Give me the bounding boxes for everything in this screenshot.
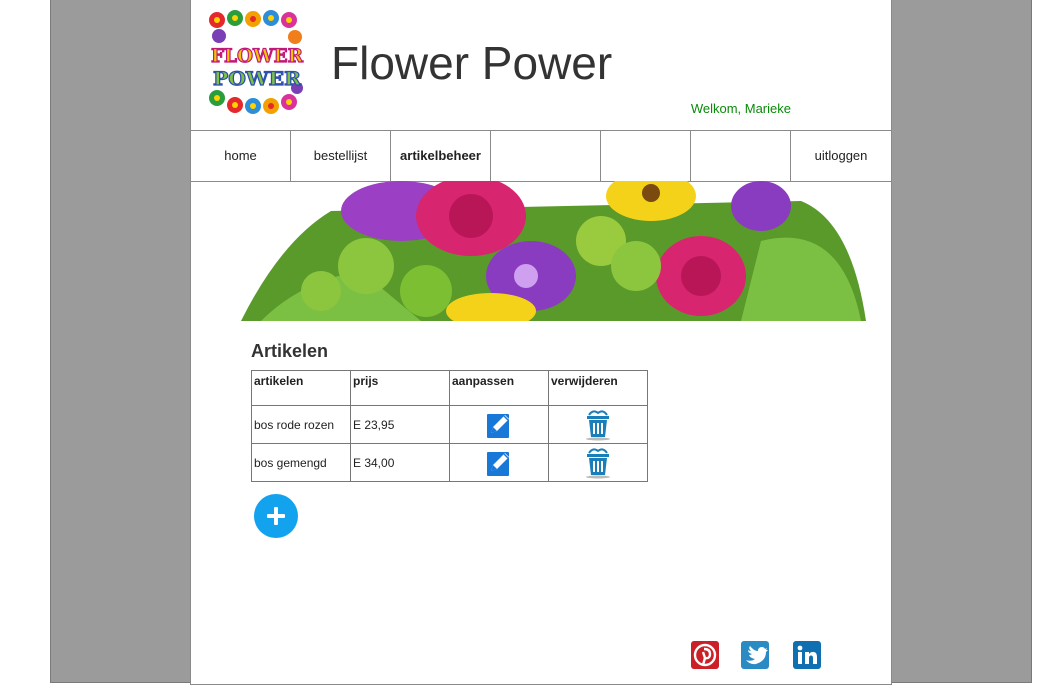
article-price: E 23,95 — [350, 405, 450, 444]
page: FLOWER POWER Flower Power Welkom, Mariek… — [190, 0, 892, 685]
edit-icon[interactable] — [485, 449, 513, 477]
column-header-aanpassen: aanpassen — [449, 370, 549, 406]
articles-heading: Artikelen — [251, 341, 329, 361]
nav-item-empty-1[interactable] — [491, 131, 601, 181]
edit-icon[interactable] — [485, 411, 513, 439]
delete-cell — [548, 405, 648, 444]
nav-item-empty-3[interactable] — [691, 131, 791, 181]
trash-icon[interactable] — [583, 409, 613, 441]
articles-table: artikelen prijs aanpassen verwijderen bo… — [251, 370, 648, 482]
main-nav: home bestellijst artikelbeheer uitloggen — [191, 130, 891, 182]
column-header-prijs: prijs — [350, 370, 450, 406]
linkedin-icon[interactable] — [793, 641, 821, 669]
edit-cell — [449, 405, 549, 444]
column-header-verwijderen: verwijderen — [548, 370, 648, 406]
nav-item-artikelbeheer[interactable]: artikelbeheer — [391, 131, 491, 181]
pinterest-icon[interactable] — [691, 641, 719, 669]
flower-banner-image — [241, 181, 866, 321]
site-title: Flower Power — [331, 37, 613, 89]
table-row: bos rode rozen E 23,95 — [251, 405, 648, 444]
logo-text-line1: FLOWER — [211, 45, 303, 67]
article-price: E 34,00 — [350, 443, 450, 482]
nav-item-empty-2[interactable] — [601, 131, 691, 181]
trash-icon[interactable] — [583, 447, 613, 479]
column-header-artikelen: artikelen — [251, 370, 351, 406]
twitter-icon[interactable] — [741, 641, 769, 669]
delete-cell — [548, 443, 648, 482]
add-article-button[interactable] — [254, 494, 298, 538]
flower-power-logo: FLOWER POWER — [209, 10, 304, 114]
nav-item-uitloggen[interactable]: uitloggen — [791, 131, 891, 181]
welcome-message: Welkom, Marieke — [690, 101, 791, 116]
table-row: bos gemengd E 34,00 — [251, 443, 648, 482]
article-name: bos rode rozen — [251, 405, 351, 444]
nav-item-home[interactable]: home — [191, 131, 291, 181]
table-header-row: artikelen prijs aanpassen verwijderen — [251, 370, 648, 406]
article-name: bos gemengd — [251, 443, 351, 482]
edit-cell — [449, 443, 549, 482]
nav-item-bestellijst[interactable]: bestellijst — [291, 131, 391, 181]
logo-text-line2: POWER — [213, 68, 301, 90]
